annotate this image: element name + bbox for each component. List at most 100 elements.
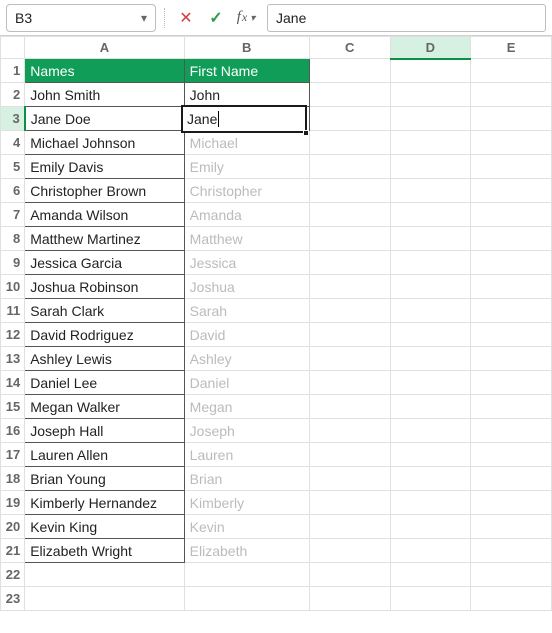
row-header-20[interactable]: 20 xyxy=(1,515,25,539)
col-header-A[interactable]: A xyxy=(25,37,184,59)
cell-A18[interactable]: Brian Young xyxy=(25,467,184,491)
cell-B2[interactable]: John xyxy=(184,83,309,107)
cell-B15[interactable]: Megan xyxy=(184,395,309,419)
cell-C9[interactable] xyxy=(309,251,390,275)
cell-D12[interactable] xyxy=(390,323,471,347)
cell-B6[interactable]: Christopher xyxy=(184,179,309,203)
cell-A8[interactable]: Matthew Martinez xyxy=(25,227,184,251)
cell-C5[interactable] xyxy=(309,155,390,179)
cell-D16[interactable] xyxy=(390,419,471,443)
cell-C13[interactable] xyxy=(309,347,390,371)
cell-A4[interactable]: Michael Johnson xyxy=(25,131,184,155)
row-header-2[interactable]: 2 xyxy=(1,83,25,107)
row-header-22[interactable]: 22 xyxy=(1,563,25,587)
row-header-1[interactable]: 1 xyxy=(1,59,25,83)
cell-B11[interactable]: Sarah xyxy=(184,299,309,323)
row-header-23[interactable]: 23 xyxy=(1,587,25,611)
fx-button[interactable]: fx▾ xyxy=(233,5,259,31)
cell-E23[interactable] xyxy=(471,587,552,611)
row-header-7[interactable]: 7 xyxy=(1,203,25,227)
cell-E11[interactable] xyxy=(471,299,552,323)
cell-B4[interactable]: Michael xyxy=(184,131,309,155)
cell-D23[interactable] xyxy=(390,587,471,611)
cell-D13[interactable] xyxy=(390,347,471,371)
cell-A23[interactable] xyxy=(25,587,184,611)
cell-E5[interactable] xyxy=(471,155,552,179)
cell-D21[interactable] xyxy=(390,539,471,563)
cell-E10[interactable] xyxy=(471,275,552,299)
name-box[interactable]: B3 ▾ xyxy=(6,4,156,32)
cell-C2[interactable] xyxy=(309,83,390,107)
cell-A15[interactable]: Megan Walker xyxy=(25,395,184,419)
row-header-3[interactable]: 3 xyxy=(1,107,25,131)
cell-A6[interactable]: Christopher Brown xyxy=(25,179,184,203)
cell-C16[interactable] xyxy=(309,419,390,443)
cell-B21[interactable]: Elizabeth xyxy=(184,539,309,563)
cell-E9[interactable] xyxy=(471,251,552,275)
cell-B14[interactable]: Daniel xyxy=(184,371,309,395)
cell-E18[interactable] xyxy=(471,467,552,491)
cell-D14[interactable] xyxy=(390,371,471,395)
cell-C1[interactable] xyxy=(309,59,390,83)
cell-E22[interactable] xyxy=(471,563,552,587)
row-header-12[interactable]: 12 xyxy=(1,323,25,347)
cell-C23[interactable] xyxy=(309,587,390,611)
cell-D18[interactable] xyxy=(390,467,471,491)
cell-B13[interactable]: Ashley xyxy=(184,347,309,371)
row-header-11[interactable]: 11 xyxy=(1,299,25,323)
cell-B10[interactable]: Joshua xyxy=(184,275,309,299)
cell-A2[interactable]: John Smith xyxy=(25,83,184,107)
cell-E21[interactable] xyxy=(471,539,552,563)
cell-A22[interactable] xyxy=(25,563,184,587)
cell-D9[interactable] xyxy=(390,251,471,275)
cell-E8[interactable] xyxy=(471,227,552,251)
cell-A5[interactable]: Emily Davis xyxy=(25,155,184,179)
cancel-button[interactable]: ✕ xyxy=(173,5,199,31)
col-header-E[interactable]: E xyxy=(471,37,552,59)
cell-B16[interactable]: Joseph xyxy=(184,419,309,443)
cell-D6[interactable] xyxy=(390,179,471,203)
cell-B3[interactable] xyxy=(184,107,309,131)
cell-A17[interactable]: Lauren Allen xyxy=(25,443,184,467)
cell-D10[interactable] xyxy=(390,275,471,299)
cell-E16[interactable] xyxy=(471,419,552,443)
row-header-21[interactable]: 21 xyxy=(1,539,25,563)
cell-C6[interactable] xyxy=(309,179,390,203)
cell-A19[interactable]: Kimberly Hernandez xyxy=(25,491,184,515)
cell-D8[interactable] xyxy=(390,227,471,251)
cell-E14[interactable] xyxy=(471,371,552,395)
cell-B8[interactable]: Matthew xyxy=(184,227,309,251)
fill-handle[interactable] xyxy=(303,130,309,136)
cell-D1[interactable] xyxy=(390,59,471,83)
spreadsheet-grid[interactable]: ABCDE1NamesFirst Name2John SmithJohn3Jan… xyxy=(0,36,552,633)
row-header-18[interactable]: 18 xyxy=(1,467,25,491)
cell-D15[interactable] xyxy=(390,395,471,419)
cell-D11[interactable] xyxy=(390,299,471,323)
row-header-4[interactable]: 4 xyxy=(1,131,25,155)
cell-B17[interactable]: Lauren xyxy=(184,443,309,467)
select-all-corner[interactable] xyxy=(1,37,25,59)
cell-A21[interactable]: Elizabeth Wright xyxy=(25,539,184,563)
cell-C12[interactable] xyxy=(309,323,390,347)
cell-C11[interactable] xyxy=(309,299,390,323)
cell-C10[interactable] xyxy=(309,275,390,299)
col-header-B[interactable]: B xyxy=(184,37,309,59)
cell-B5[interactable]: Emily xyxy=(184,155,309,179)
cell-B22[interactable] xyxy=(184,563,309,587)
cell-C19[interactable] xyxy=(309,491,390,515)
cell-E19[interactable] xyxy=(471,491,552,515)
cell-A7[interactable]: Amanda Wilson xyxy=(25,203,184,227)
cell-D5[interactable] xyxy=(390,155,471,179)
cell-C3[interactable] xyxy=(309,107,390,131)
cell-E3[interactable] xyxy=(471,107,552,131)
cell-E6[interactable] xyxy=(471,179,552,203)
cell-E4[interactable] xyxy=(471,131,552,155)
cell-B1[interactable]: First Name xyxy=(184,59,309,83)
row-header-15[interactable]: 15 xyxy=(1,395,25,419)
row-header-6[interactable]: 6 xyxy=(1,179,25,203)
row-header-14[interactable]: 14 xyxy=(1,371,25,395)
cell-A12[interactable]: David Rodriguez xyxy=(25,323,184,347)
cell-A3[interactable]: Jane Doe xyxy=(25,107,184,131)
cell-E17[interactable] xyxy=(471,443,552,467)
cell-E7[interactable] xyxy=(471,203,552,227)
